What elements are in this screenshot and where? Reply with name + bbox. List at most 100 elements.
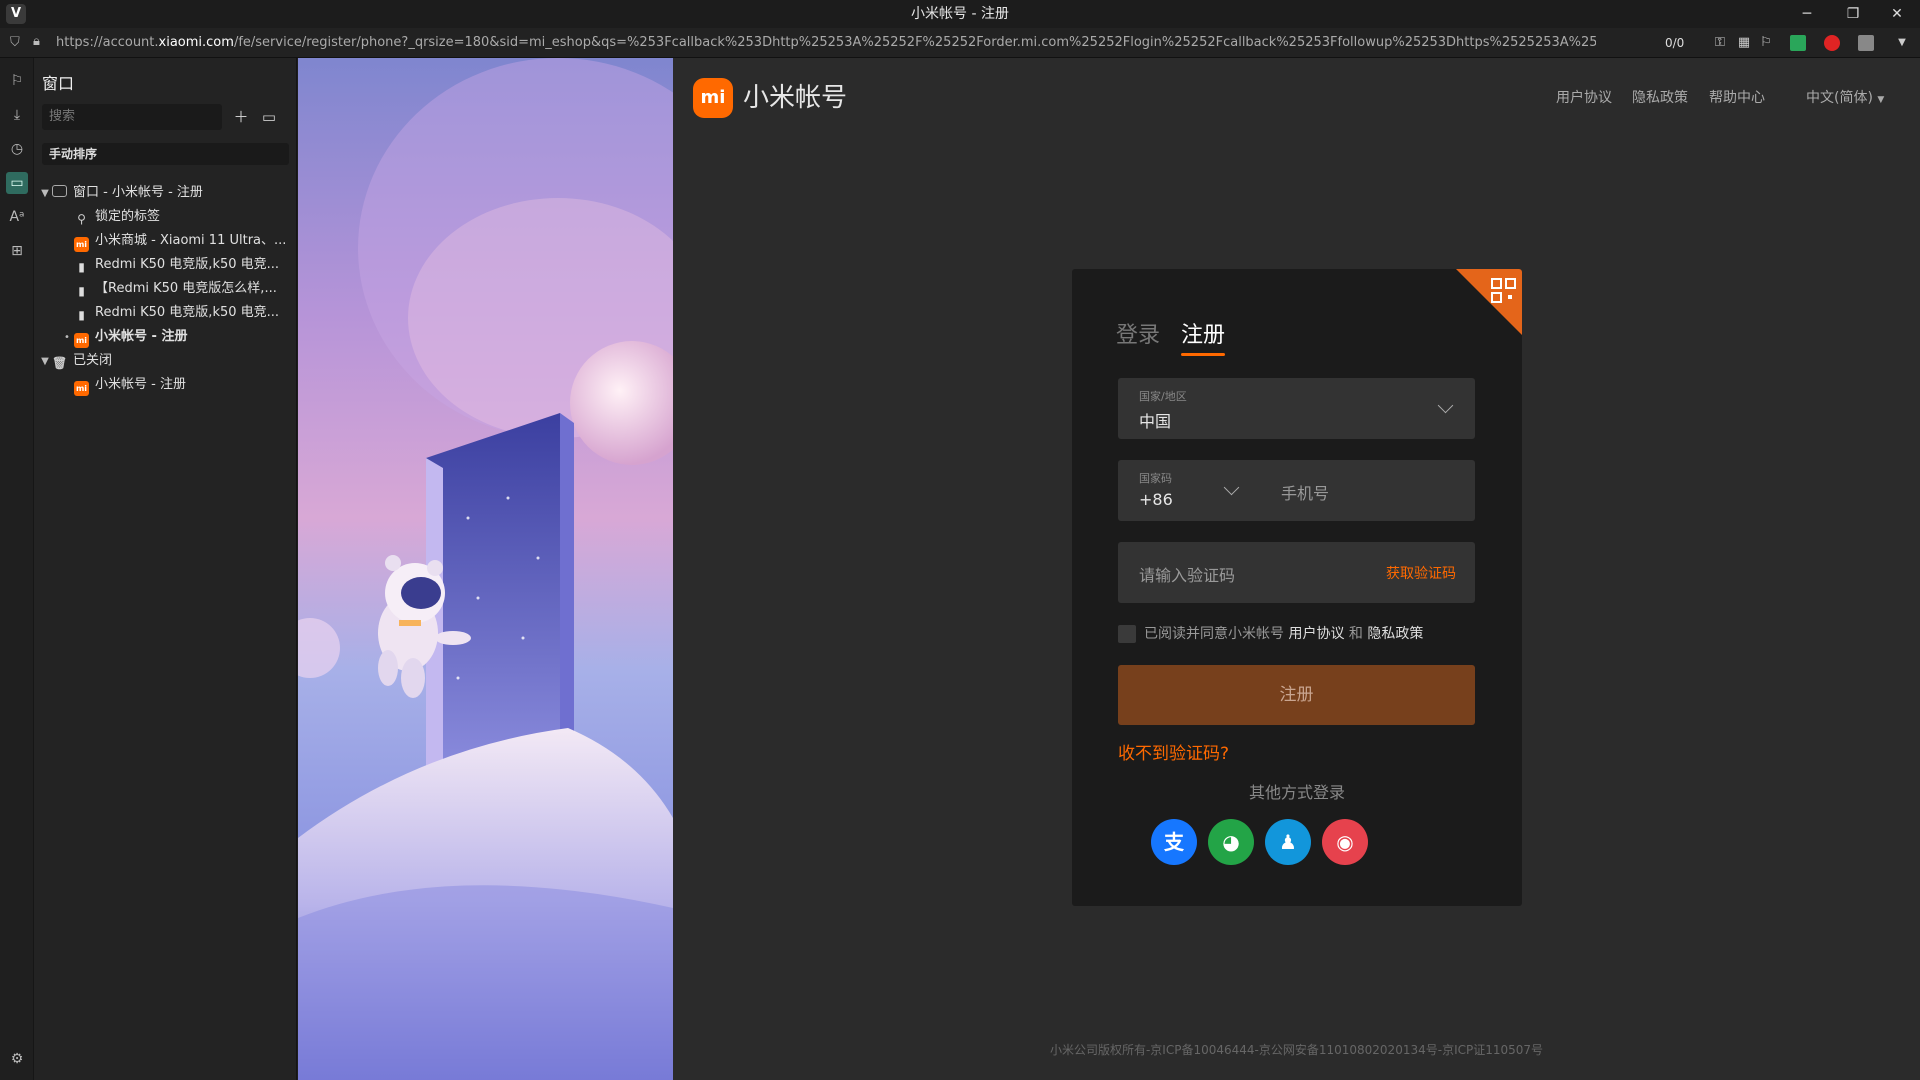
hero-illustration bbox=[298, 58, 673, 1080]
brand-name: 小米帐号 bbox=[743, 83, 848, 113]
tree-item[interactable]: ▮ 【Redmi K50 电竞版怎么样,... bbox=[60, 278, 288, 300]
register-submit-button[interactable]: 注册 bbox=[1118, 665, 1475, 725]
link-help-center[interactable]: 帮助中心 bbox=[1709, 88, 1765, 108]
panel-search-input[interactable]: 搜索 bbox=[42, 104, 222, 130]
tree-item[interactable]: • mi 小米帐号 - 注册 bbox=[60, 326, 288, 348]
bookmarks-icon[interactable]: ⚐ bbox=[6, 70, 28, 92]
qr-login-icon[interactable] bbox=[1456, 269, 1522, 335]
tree-item[interactable]: mi 小米帐号 - 注册 bbox=[60, 374, 288, 396]
no-code-link[interactable]: 收不到验证码? bbox=[1118, 739, 1229, 764]
extension-grey-icon[interactable] bbox=[1858, 35, 1874, 51]
shield-icon[interactable]: ⛉ bbox=[10, 35, 24, 51]
document-icon: ▮ bbox=[78, 260, 85, 274]
qr-code-icon[interactable]: ▦ bbox=[1734, 33, 1754, 53]
country-code-label: 国家码 bbox=[1139, 472, 1172, 485]
other-login-label: 其他方式登录 bbox=[1248, 783, 1345, 802]
tree-item[interactable]: ▮ Redmi K50 电竞版,k50 电竞... bbox=[60, 254, 288, 276]
tree-item-label: Redmi K50 电竞版,k50 电竞... bbox=[95, 257, 280, 272]
tree-item-label: 【Redmi K50 电竞版怎么样,... bbox=[95, 281, 277, 296]
tab-active-indicator bbox=[1181, 353, 1225, 356]
translate-icon[interactable]: Aᵃ bbox=[6, 206, 28, 228]
footer-copyright: 小米公司版权所有-京ICP备10046444-京公网安备110108020201… bbox=[1049, 1043, 1544, 1057]
address-bar: ⛉ 🔒︎ https://account.xiaomi.com/fe/servi… bbox=[0, 28, 1920, 58]
agree-checkbox[interactable] bbox=[1118, 625, 1136, 643]
key-icon[interactable]: ⚿ bbox=[1710, 33, 1730, 53]
expand-toggle-icon[interactable]: ▼ bbox=[38, 351, 52, 372]
register-card: 登录 注册 国家/地区 中国 国家码 +86 手机号 请输入验证码 获取验证码 … bbox=[1072, 269, 1522, 906]
country-label: 国家/地区 bbox=[1139, 390, 1187, 403]
extension-green-icon[interactable] bbox=[1790, 35, 1806, 51]
close-window-button[interactable]: ✕ bbox=[1874, 0, 1920, 28]
restore-button[interactable]: ❐ bbox=[1830, 0, 1876, 28]
menu-chevron-icon[interactable]: ▼ bbox=[1892, 33, 1912, 53]
title-bar: V 小米帐号 - 注册 ─ ❐ ✕ bbox=[0, 0, 1920, 28]
wechat-login-icon[interactable]: ◕ bbox=[1208, 819, 1254, 865]
side-strip: ⚐ ⤓ ◷ ▭ Aᵃ ⊞ ⚙ bbox=[0, 58, 34, 1080]
document-icon: ▮ bbox=[78, 284, 85, 298]
mi-favicon: mi bbox=[74, 333, 89, 348]
tree-item[interactable]: ▮ Redmi K50 电竞版,k50 电竞... bbox=[60, 302, 288, 324]
language-selector[interactable]: 中文(简体) ▼ bbox=[1806, 88, 1884, 110]
tab-login[interactable]: 登录 bbox=[1116, 321, 1160, 351]
tab-register[interactable]: 注册 bbox=[1181, 321, 1225, 351]
tree-item-label: 小米商城 - Xiaomi 11 Ultra、... bbox=[95, 233, 287, 248]
bookmark-icon[interactable]: ⚐ bbox=[1756, 33, 1776, 53]
tree-item-label: 小米帐号 - 注册 bbox=[95, 329, 188, 344]
chevron-down-icon: ▼ bbox=[1877, 95, 1885, 105]
page-content: mi 小米帐号 用户协议 隐私政策 帮助中心 中文(简体) ▼ 登录 注册 国家… bbox=[673, 58, 1920, 1080]
agree-terms-link[interactable]: 用户协议 bbox=[1288, 626, 1344, 642]
phone-field-group: 国家码 +86 手机号 bbox=[1118, 460, 1475, 521]
link-privacy-policy[interactable]: 隐私政策 bbox=[1632, 88, 1688, 108]
mi-favicon: mi bbox=[74, 237, 89, 252]
downloads-icon[interactable]: ⤓ bbox=[6, 104, 28, 126]
verify-code-input[interactable]: 请输入验证码 bbox=[1139, 562, 1235, 586]
document-icon: ▮ bbox=[78, 308, 85, 322]
windows-panel: 窗口 搜索 ＋ ▭ 手动排序 ▼ 窗口 - 小米帐号 - 注册 ⚲ 锁定的标签 mi 小米… bbox=[34, 58, 297, 1080]
country-select[interactable]: 国家/地区 中国 bbox=[1118, 378, 1475, 439]
tree-item[interactable]: ▼ 🗑︎ 已关闭 bbox=[38, 350, 288, 372]
qq-login-icon[interactable]: ♟ bbox=[1265, 819, 1311, 865]
new-window-icon[interactable]: ▭ bbox=[258, 106, 280, 128]
tree-item-label: 锁定的标签 bbox=[95, 209, 161, 224]
panel-title: 窗口 bbox=[42, 74, 75, 93]
trash-icon: 🗑︎ bbox=[52, 356, 68, 370]
windows-panel-icon[interactable]: ▭ bbox=[6, 172, 28, 194]
mi-logo-icon[interactable]: mi bbox=[693, 78, 733, 118]
sort-dropdown[interactable]: 手动排序 bbox=[42, 143, 289, 165]
minimize-button[interactable]: ─ bbox=[1784, 0, 1830, 28]
pin-icon: ⚲ bbox=[77, 212, 86, 226]
country-code-select[interactable]: +86 bbox=[1139, 490, 1173, 509]
window-icon bbox=[52, 185, 67, 197]
alipay-login-icon[interactable]: 支 bbox=[1151, 819, 1197, 865]
country-value: 中国 bbox=[1139, 412, 1172, 431]
link-user-agreement[interactable]: 用户协议 bbox=[1556, 88, 1612, 108]
extension-red-icon[interactable] bbox=[1824, 35, 1840, 51]
tree-item-label: 窗口 - 小米帐号 - 注册 bbox=[73, 185, 203, 200]
chevron-down-icon bbox=[1437, 397, 1454, 414]
active-dot-icon: • bbox=[64, 332, 70, 343]
tree-item[interactable]: ▼ 窗口 - 小米帐号 - 注册 bbox=[38, 182, 288, 204]
chevron-down-icon[interactable] bbox=[1223, 479, 1240, 496]
tree-item[interactable]: mi 小米商城 - Xiaomi 11 Ultra、... bbox=[60, 230, 288, 252]
add-window-button[interactable]: ＋ bbox=[230, 106, 252, 128]
expand-toggle-icon[interactable]: ▼ bbox=[38, 183, 52, 204]
history-icon[interactable]: ◷ bbox=[6, 138, 28, 160]
tree-item[interactable]: ⚲ 锁定的标签 bbox=[60, 206, 288, 228]
tree-item-label: 小米帐号 - 注册 bbox=[95, 377, 186, 392]
weibo-login-icon[interactable]: ◉ bbox=[1322, 819, 1368, 865]
verify-code-field: 请输入验证码 获取验证码 bbox=[1118, 542, 1475, 603]
url-field[interactable]: https://account.xiaomi.com/fe/service/re… bbox=[56, 28, 1596, 58]
agree-text: 已阅读并同意小米帐号 用户协议 和 隐私政策 bbox=[1144, 626, 1424, 642]
url-domain: xiaomi.com bbox=[158, 35, 234, 50]
agree-privacy-link[interactable]: 隐私政策 bbox=[1367, 626, 1423, 642]
get-code-button[interactable]: 获取验证码 bbox=[1386, 563, 1456, 583]
window-title: 小米帐号 - 注册 bbox=[911, 6, 1009, 22]
phone-input[interactable]: 手机号 bbox=[1281, 480, 1329, 504]
tree-item-label: 已关闭 bbox=[73, 353, 113, 368]
mi-favicon: mi bbox=[74, 381, 89, 396]
add-panel-icon[interactable]: ⊞ bbox=[6, 240, 28, 262]
find-count: 0/0 bbox=[1665, 36, 1685, 50]
settings-gear-icon[interactable]: ⚙ bbox=[6, 1048, 28, 1070]
tree-item-label: Redmi K50 电竞版,k50 电竞... bbox=[95, 305, 280, 320]
lock-icon[interactable]: 🔒︎ bbox=[33, 34, 45, 50]
